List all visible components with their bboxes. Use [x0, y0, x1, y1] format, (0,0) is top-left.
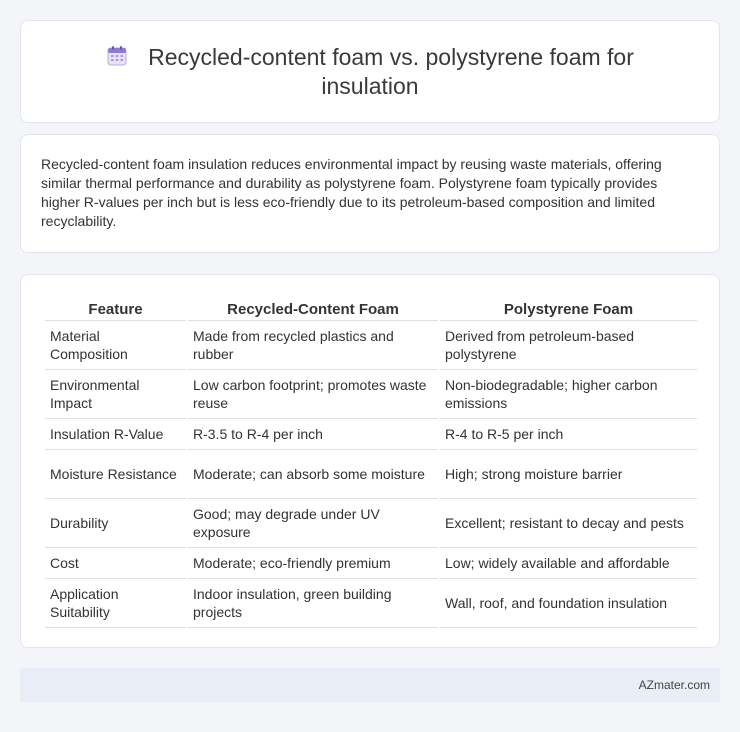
polystyrene-cell: Wall, roof, and foundation insulation — [440, 579, 697, 628]
feature-cell: Environmental Impact — [45, 370, 186, 419]
polystyrene-cell: Derived from petroleum-based polystyrene — [440, 321, 697, 370]
table-row: Insulation R-Value R-3.5 to R-4 per inch… — [45, 419, 697, 450]
recycled-cell: Indoor insulation, green building projec… — [188, 579, 438, 628]
polystyrene-cell: High; strong moisture barrier — [440, 450, 697, 499]
header-feature: Feature — [45, 295, 186, 321]
recycled-cell: Good; may degrade under UV exposure — [188, 499, 438, 548]
polystyrene-cell: Excellent; resistant to decay and pests — [440, 499, 697, 548]
calendar-icon — [106, 45, 128, 67]
table-header-row: Feature Recycled-Content Foam Polystyren… — [45, 295, 697, 321]
polystyrene-cell: R-4 to R-5 per inch — [440, 419, 697, 450]
page-title-text: Recycled-content foam vs. polystyrene fo… — [148, 43, 634, 99]
recycled-cell: R-3.5 to R-4 per inch — [188, 419, 438, 450]
footer-site-label: AZmater.com — [638, 678, 710, 692]
recycled-cell: Moderate; eco-friendly premium — [188, 548, 438, 579]
table-row: Material Composition Made from recycled … — [45, 321, 697, 370]
feature-cell: Insulation R-Value — [45, 419, 186, 450]
table-row: Environmental Impact Low carbon footprin… — [45, 370, 697, 419]
recycled-cell: Low carbon footprint; promotes waste reu… — [188, 370, 438, 419]
feature-cell: Material Composition — [45, 321, 186, 370]
polystyrene-cell: Non-biodegradable; higher carbon emissio… — [440, 370, 697, 419]
header-recycled-content-foam: Recycled-Content Foam — [188, 295, 438, 321]
page-title: Recycled-content foam vs. polystyrene fo… — [81, 43, 659, 101]
comparison-table: Feature Recycled-Content Foam Polystyren… — [43, 295, 699, 628]
comparison-table-card: Feature Recycled-Content Foam Polystyren… — [20, 274, 720, 648]
table-row: Moisture Resistance Moderate; can absorb… — [45, 450, 697, 499]
header-polystyrene-foam: Polystyrene Foam — [440, 295, 697, 321]
table-row: Durability Good; may degrade under UV ex… — [45, 499, 697, 548]
recycled-cell: Made from recycled plastics and rubber — [188, 321, 438, 370]
description-card: Recycled-content foam insulation reduces… — [20, 134, 720, 253]
footer: AZmater.com — [20, 668, 720, 702]
table-row: Cost Moderate; eco-friendly premium Low;… — [45, 548, 697, 579]
description-text: Recycled-content foam insulation reduces… — [41, 156, 662, 229]
recycled-cell: Moderate; can absorb some moisture — [188, 450, 438, 499]
title-card: Recycled-content foam vs. polystyrene fo… — [20, 20, 720, 123]
feature-cell: Moisture Resistance — [45, 450, 186, 499]
feature-cell: Cost — [45, 548, 186, 579]
feature-cell: Durability — [45, 499, 186, 548]
polystyrene-cell: Low; widely available and affordable — [440, 548, 697, 579]
table-row: Application Suitability Indoor insulatio… — [45, 579, 697, 628]
feature-cell: Application Suitability — [45, 579, 186, 628]
